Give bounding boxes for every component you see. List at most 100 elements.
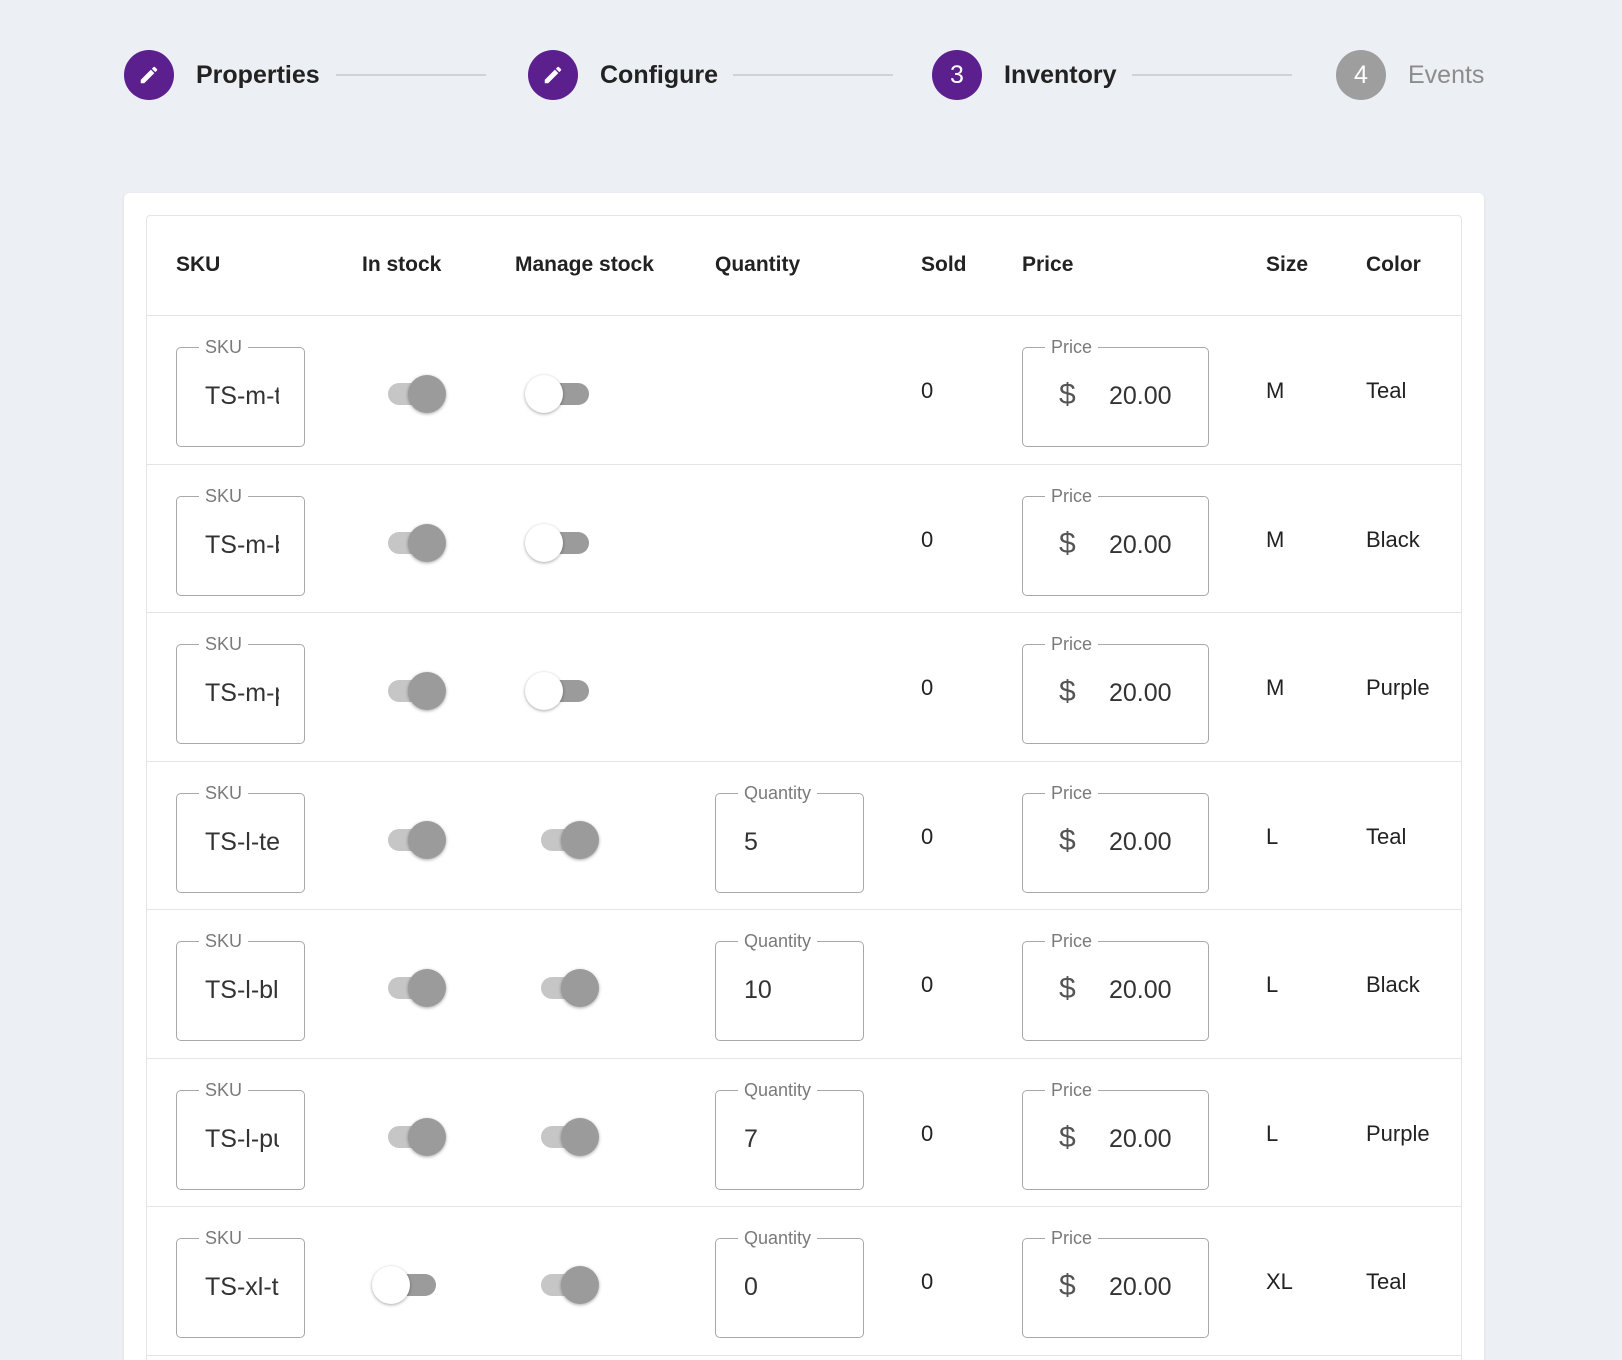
manage-stock-toggle[interactable] [533,1117,599,1157]
step-properties[interactable]: Properties [124,49,320,101]
price-field[interactable]: Price $20.00 [1022,1078,1209,1190]
header-quantity: Quantity [715,253,801,276]
sku-field[interactable]: SKU TS-m-purple [176,633,305,744]
quantity-field[interactable]: Quantity 5 [715,781,864,893]
table-row: SKU TS-l-teal Quantity 5 0 Price $20.00 L Teal [147,762,1461,910]
sku-value: TS-m-purple [205,679,279,707]
sku-field[interactable]: SKU TS-xl-teal [176,1227,305,1338]
step-events[interactable]: 4 Events [1336,49,1484,101]
toggle-thumb [408,1117,446,1156]
table-row: SKU TS-m-purple 0 Price $20.00 M Purple [147,613,1461,762]
sku-value: TS-m-black [205,530,279,559]
quantity-value: 10 [744,976,772,1004]
manage-stock-toggle[interactable] [525,374,591,414]
in-stock-toggle[interactable] [380,820,446,860]
sold-value: 0 [921,526,934,552]
header-sold: Sold [921,253,967,276]
price-field[interactable]: Price $20.00 [1022,633,1209,744]
sku-field-label: SKU [199,633,249,655]
toggle-thumb [408,375,446,413]
inventory-card: SKU In stock Manage stock Quantity Sold … [124,193,1484,1360]
sold-value: 0 [921,675,934,700]
size-value: L [1266,1120,1279,1146]
manage-stock-toggle[interactable] [525,671,591,711]
sku-field-label: SKU [199,484,249,507]
step-inventory[interactable]: 3 Inventory [932,49,1117,101]
sku-field[interactable]: SKU TS-l-black [176,930,305,1041]
step-configure-marker [528,50,578,100]
quantity-value: 0 [744,1273,758,1301]
table-row: SKU TS-m-black 0 Price $20.00 M Black [147,465,1461,613]
quantity-field[interactable]: Quantity 7 [715,1078,864,1190]
step-properties-marker [124,50,174,100]
size-value: M [1266,526,1285,552]
in-stock-toggle[interactable] [380,523,446,563]
quantity-field-label: Quantity [738,1078,818,1101]
sku-field-label: SKU [199,1227,249,1249]
in-stock-toggle[interactable] [380,968,446,1008]
toggle-thumb [408,820,446,859]
sku-value: TS-l-teal [205,827,279,856]
toggle-thumb [408,523,446,562]
quantity-field[interactable]: Quantity 0 [715,1227,864,1338]
step-connector [733,74,893,76]
price-field-label: Price [1045,781,1099,804]
toggle-thumb [525,523,563,562]
header-manage-stock: Manage stock [515,253,654,276]
manage-stock-toggle[interactable] [533,1265,599,1305]
sku-field-label: SKU [199,781,249,804]
dollar-icon: $ [1059,526,1076,560]
price-field[interactable]: Price $20.00 [1022,336,1209,447]
sku-field[interactable]: SKU TS-l-purple [176,1078,305,1190]
manage-stock-toggle[interactable] [525,523,591,563]
price-value: 20.00 [1109,976,1172,1004]
price-value: 20.00 [1109,1273,1172,1301]
step-inventory-marker: 3 [932,50,982,100]
price-field-label: Price [1045,484,1099,507]
color-value: Purple [1366,1120,1430,1146]
sku-field[interactable]: SKU TS-m-black [176,484,305,596]
price-field[interactable]: Price $20.00 [1022,1227,1209,1338]
price-field[interactable]: Price $20.00 [1022,781,1209,893]
price-field[interactable]: Price $20.00 [1022,930,1209,1041]
sku-field-label: SKU [199,336,249,358]
price-field[interactable]: Price $20.00 [1022,484,1209,596]
quantity-field-label: Quantity [738,1227,818,1249]
price-field-label: Price [1045,336,1099,358]
table-row: SKU TS-l-purple Quantity 7 0 Price $20.00 L Purp… [147,1059,1461,1207]
in-stock-toggle[interactable] [372,1265,438,1305]
sku-field-label: SKU [199,1078,249,1101]
toggle-thumb [561,820,599,859]
sku-field[interactable]: SKU TS-m-teal [176,336,305,447]
manage-stock-toggle[interactable] [533,820,599,860]
step-connector [1132,74,1292,76]
header-sku: SKU [176,253,221,276]
in-stock-toggle[interactable] [380,671,446,711]
step-connector [336,74,486,76]
header-in-stock: In stock [362,253,442,276]
table-body: SKU TS-m-teal 0 Price $20.00 M Teal SKU TS-m-bla… [147,316,1461,1356]
in-stock-toggle[interactable] [380,374,446,414]
price-value: 20.00 [1109,679,1172,707]
dollar-icon: $ [1059,675,1076,708]
manage-stock-toggle[interactable] [533,968,599,1008]
toggle-thumb [408,672,446,710]
sold-value: 0 [921,1120,934,1146]
price-value: 20.00 [1109,827,1172,856]
size-value: L [1266,823,1279,849]
price-value: 20.00 [1109,530,1172,559]
color-value: Black [1366,526,1420,552]
quantity-field[interactable]: Quantity 10 [715,930,864,1041]
dollar-icon: $ [1059,972,1076,1005]
step-configure[interactable]: Configure [528,49,718,101]
sku-value: TS-l-purple [205,1124,279,1153]
toggle-thumb [561,969,599,1007]
in-stock-toggle[interactable] [380,1117,446,1157]
sku-value: TS-m-teal [205,382,279,410]
toggle-thumb [525,672,563,710]
step-configure-label: Configure [600,60,719,89]
price-value: 20.00 [1109,1124,1172,1153]
sku-field[interactable]: SKU TS-l-teal [176,781,305,893]
header-price: Price [1022,253,1074,276]
dollar-icon: $ [1059,1269,1076,1302]
